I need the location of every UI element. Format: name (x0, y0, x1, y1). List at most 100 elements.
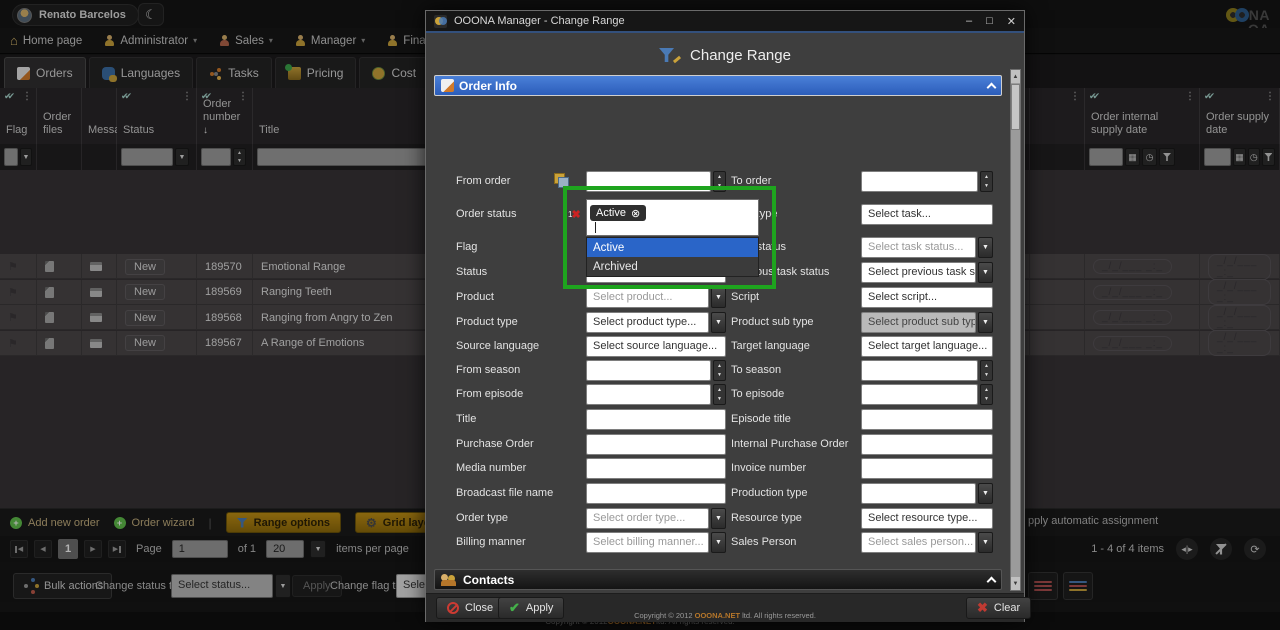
field-value[interactable] (861, 458, 993, 479)
scroll-up-icon[interactable]: ▲ (1011, 70, 1020, 83)
field-label: Script (731, 291, 759, 303)
field-value[interactable]: Select script... (861, 287, 993, 308)
field-value[interactable]: Select task... (861, 204, 993, 225)
field-order-type[interactable]: Select order type...▼ (586, 508, 726, 529)
number-stepper[interactable]: ▲▼ (980, 171, 993, 192)
field-value[interactable] (861, 360, 978, 381)
field-value[interactable] (861, 384, 978, 405)
field-script[interactable]: Select script... (861, 287, 993, 308)
maximize-button[interactable]: □ (986, 15, 993, 28)
field-previous-task-status[interactable]: Select previous task sta...▼ (861, 262, 993, 283)
dialog-scrollbar[interactable]: ▲ ▼ (1010, 69, 1021, 591)
order-status-combobox[interactable]: Active⊗ (586, 199, 759, 236)
selection-count-badge: 1✖ (568, 208, 581, 221)
remove-chip-icon[interactable]: ⊗ (631, 207, 640, 220)
field-sales-person[interactable]: Select sales person...▼ (861, 532, 993, 553)
field-label: Production type (731, 487, 807, 499)
field-media-number[interactable] (586, 458, 726, 479)
field-internal-purchase-order[interactable] (861, 434, 993, 455)
field-value[interactable] (861, 483, 976, 504)
field-label: Product sub type (731, 316, 814, 328)
field-value[interactable] (586, 360, 711, 381)
number-stepper[interactable]: ▲▼ (980, 384, 993, 405)
field-broadcast-file-name[interactable] (586, 483, 726, 504)
field-value[interactable]: Select product sub type... (861, 312, 976, 333)
field-value[interactable]: Select order type... (586, 508, 709, 529)
field-value[interactable] (861, 434, 993, 455)
field-value[interactable] (586, 384, 711, 405)
number-stepper[interactable]: ▲▼ (713, 360, 726, 381)
field-value[interactable]: Select task status... (861, 237, 976, 258)
field-source-language[interactable]: Select source language... (586, 336, 726, 357)
field-value[interactable]: Select previous task sta... (861, 262, 976, 283)
order-info-section-header[interactable]: Order Info (434, 75, 1002, 96)
field-billing-manner[interactable]: Select billing manner...▼ (586, 532, 726, 553)
chevron-down-icon[interactable]: ▼ (978, 237, 993, 258)
field-production-type[interactable]: ▼ (861, 483, 993, 504)
field-value[interactable]: Select source language... (586, 336, 726, 357)
number-stepper[interactable]: ▲▼ (980, 360, 993, 381)
field-episode-title[interactable] (861, 409, 993, 430)
field-invoice-number[interactable] (861, 458, 993, 479)
collapse-icon[interactable] (987, 577, 997, 587)
option-archived[interactable]: Archived (587, 257, 758, 276)
field-to-season[interactable]: ▲▼ (861, 360, 993, 381)
field-value[interactable]: Select sales person... (861, 532, 976, 553)
chevron-down-icon[interactable]: ▼ (978, 262, 993, 283)
field-label: Order status (456, 208, 517, 220)
close-window-button[interactable]: ✕ (1007, 15, 1016, 28)
chevron-down-icon[interactable]: ▼ (711, 312, 726, 333)
chevron-down-icon[interactable]: ▼ (711, 508, 726, 529)
field-value[interactable]: Select billing manner... (586, 532, 709, 553)
chevron-down-icon[interactable]: ▼ (978, 532, 993, 553)
field-from-season[interactable]: ▲▼ (586, 360, 726, 381)
contacts-section-header[interactable]: Contacts (434, 569, 1002, 590)
field-value[interactable] (586, 409, 726, 430)
chevron-down-icon[interactable]: ▼ (978, 312, 993, 333)
field-value[interactable]: Select target language... (861, 336, 993, 357)
collapse-icon[interactable] (987, 83, 997, 93)
dialog-title: OOONA Manager - Change Range (454, 15, 625, 27)
option-active[interactable]: Active (587, 238, 758, 257)
field-label: Internal Purchase Order (731, 438, 848, 450)
field-from-episode[interactable]: ▲▼ (586, 384, 726, 405)
field-product-type[interactable]: Select product type...▼ (586, 312, 726, 333)
field-task-status[interactable]: Select task status...▼ (861, 237, 993, 258)
clear-selection-icon[interactable]: ✖ (571, 208, 580, 221)
field-value[interactable] (586, 458, 726, 479)
funnel-icon (659, 48, 674, 62)
field-value[interactable] (586, 434, 726, 455)
field-resource-type[interactable]: Select resource type... (861, 508, 993, 529)
number-stepper[interactable]: ▲▼ (713, 384, 726, 405)
dialog-title-bar[interactable]: OOONA Manager - Change Range – □ ✕ (426, 11, 1024, 33)
field-value[interactable] (861, 171, 978, 192)
scroll-down-icon[interactable]: ▼ (1011, 577, 1020, 590)
field-to-episode[interactable]: ▲▼ (861, 384, 993, 405)
minimize-button[interactable]: – (966, 15, 972, 28)
field-label: Sales Person (731, 536, 796, 548)
copy-range-icon[interactable] (554, 173, 568, 187)
field-value[interactable]: Select resource type... (861, 508, 993, 529)
field-product-sub-type[interactable]: Select product sub type...▼ (861, 312, 993, 333)
dialog-copyright: Copyright © 2012 OOONA.NET ltd. All righ… (426, 611, 1024, 620)
field-value[interactable] (586, 483, 726, 504)
field-to-order[interactable]: ▲▼ (861, 171, 993, 192)
down-icon: ▼ (714, 371, 725, 381)
chevron-down-icon[interactable]: ▼ (711, 287, 726, 308)
field-label: To episode (731, 388, 784, 400)
field-value[interactable]: Select product... (586, 287, 709, 308)
chevron-down-icon[interactable]: ▼ (978, 483, 993, 504)
up-icon: ▲ (981, 361, 992, 371)
field-label: To season (731, 364, 781, 376)
field-task-type[interactable]: Select task... (861, 204, 993, 225)
field-purchase-order[interactable] (586, 434, 726, 455)
field-product[interactable]: Select product...▼ (586, 287, 726, 308)
field-value[interactable] (861, 409, 993, 430)
down-icon: ▼ (981, 395, 992, 405)
field-title[interactable] (586, 409, 726, 430)
field-value[interactable]: Select product type... (586, 312, 709, 333)
field-target-language[interactable]: Select target language... (861, 336, 993, 357)
scrollbar-thumb[interactable] (1011, 84, 1020, 130)
chevron-down-icon[interactable]: ▼ (711, 532, 726, 553)
field-label: Order type (456, 512, 508, 524)
